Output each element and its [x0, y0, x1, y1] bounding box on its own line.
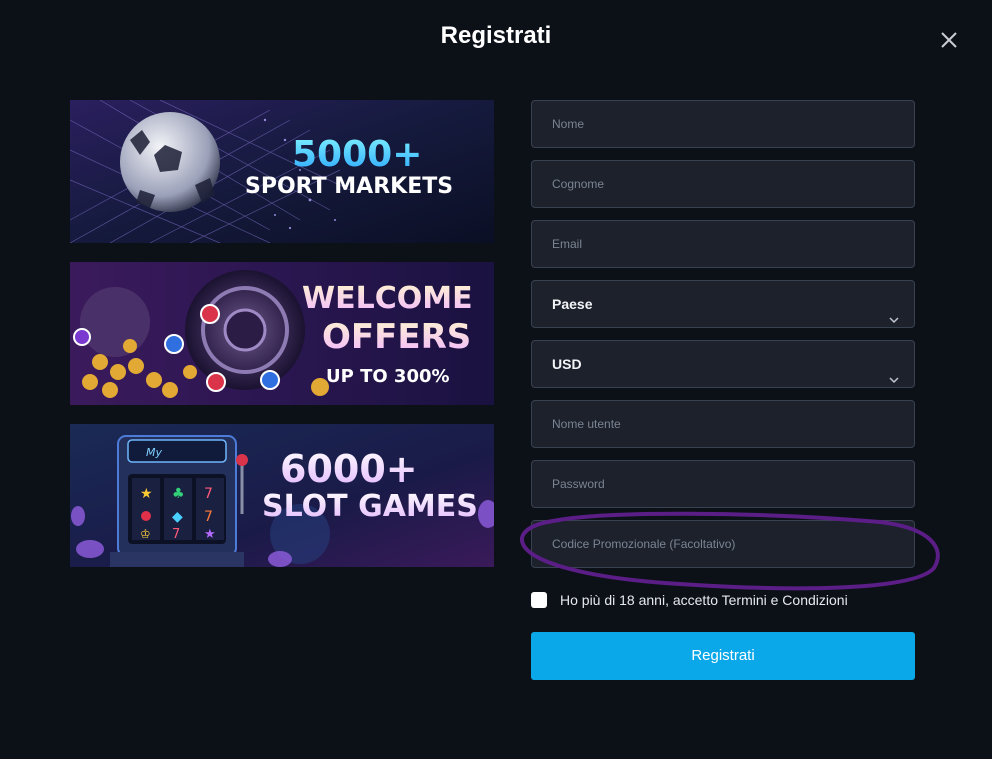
country-select[interactable]: Paese	[531, 280, 915, 328]
svg-text:7: 7	[204, 509, 213, 525]
country-select-value: Paese	[552, 296, 593, 312]
close-icon[interactable]	[936, 27, 962, 53]
register-button[interactable]: Registrati	[531, 632, 915, 680]
svg-text:♣: ♣	[172, 486, 185, 502]
terms-label: Ho più di 18 anni, accetto Termini e Con…	[560, 592, 848, 608]
email-field[interactable]: Email	[531, 220, 915, 268]
chevron-down-icon	[888, 358, 900, 384]
svg-text:WELCOME: WELCOME	[302, 281, 473, 316]
svg-text:★: ★	[204, 527, 216, 542]
chevron-down-icon	[888, 298, 900, 324]
modal-title: Registrati	[440, 22, 552, 49]
svg-text:7: 7	[172, 527, 180, 542]
last-name-field[interactable]: Cognome	[531, 160, 915, 208]
currency-select[interactable]: USD	[531, 340, 915, 388]
svg-text:7: 7	[204, 486, 213, 502]
svg-text:UP TO 300%: UP TO 300%	[326, 366, 450, 387]
password-field[interactable]: Password	[531, 460, 915, 508]
banner-slot-games: My ★ ♣ 7 ◆ 7 ♔ 7 ★ 6000+ SLOT GAMES	[70, 424, 494, 567]
banner-welcome-offers: WELCOME OFFERS UP TO 300%	[70, 262, 494, 405]
svg-text:♔: ♔	[140, 527, 151, 541]
svg-text:6000+: 6000+	[280, 447, 418, 491]
svg-text:◆: ◆	[172, 509, 183, 525]
terms-checkbox[interactable]	[531, 592, 547, 608]
svg-text:SLOT GAMES: SLOT GAMES	[262, 489, 478, 524]
svg-text:5000+: 5000+	[292, 134, 422, 175]
banner-sport-markets: 5000+ SPORT MARKETS	[70, 100, 494, 243]
svg-text:My: My	[146, 446, 162, 459]
username-field[interactable]: Nome utente	[531, 400, 915, 448]
promo-code-field[interactable]: Codice Promozionale (Facoltativo)	[531, 520, 915, 568]
currency-select-value: USD	[552, 356, 582, 372]
first-name-field[interactable]: Nome	[531, 100, 915, 148]
svg-text:OFFERS: OFFERS	[322, 317, 471, 357]
svg-text:SPORT MARKETS: SPORT MARKETS	[245, 174, 453, 199]
svg-text:★: ★	[140, 486, 153, 502]
